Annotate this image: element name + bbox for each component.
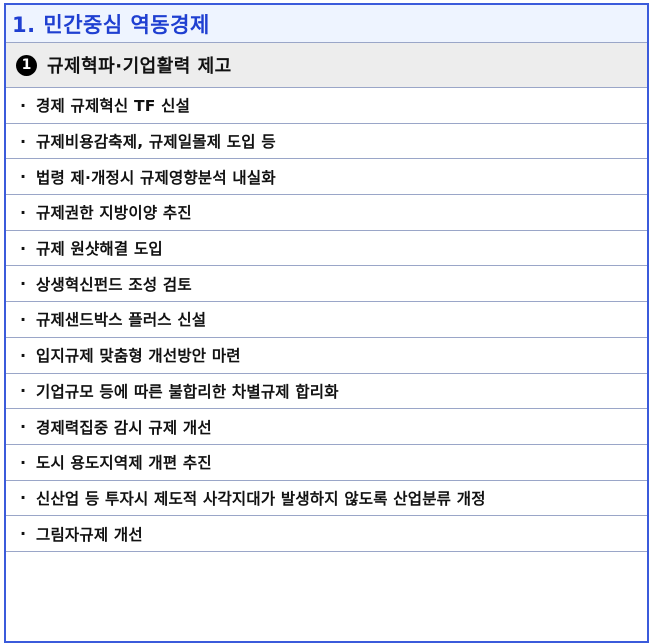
list-item: · 입지규제 맞춤형 개선방안 마련: [6, 338, 647, 374]
list-item-text: 법령 제·개정시 규제영향분석 내실화: [36, 168, 276, 187]
list-item: · 규제권한 지방이양 추진: [6, 195, 647, 231]
list-item-text: 입지규제 맞춤형 개선방안 마련: [36, 347, 241, 366]
bullet-icon: ·: [20, 417, 27, 437]
circled-number-icon: 1: [16, 54, 37, 76]
bullet-icon: ·: [20, 381, 27, 401]
bullet-icon: ·: [20, 309, 27, 329]
list-item: · 상생혁신펀드 조성 검토: [6, 266, 647, 303]
subsection-title: 규제혁파·기업활력 제고: [47, 56, 232, 77]
policy-table: 1. 민간중심 역동경제 1 규제혁파·기업활력 제고 · 경제 규제혁신 TF…: [4, 3, 649, 643]
list-item: · 기업규모 등에 따른 불합리한 차별규제 합리화: [6, 374, 647, 410]
list-item-text: 규제권한 지방이양 추진: [36, 204, 192, 223]
bullet-icon: ·: [20, 238, 27, 258]
list-item: · 법령 제·개정시 규제영향분석 내실화: [6, 159, 647, 196]
list-item: · 신산업 등 투자시 제도적 사각지대가 발생하지 않도록 산업분류 개정: [6, 481, 647, 517]
list-item-text: 도시 용도지역제 개편 추진: [36, 454, 212, 473]
bullet-icon: ·: [20, 167, 27, 187]
list-item-text: 신산업 등 투자시 제도적 사각지대가 발생하지 않도록 산업분류 개정: [36, 489, 486, 508]
section-title: 1. 민간중심 역동경제: [12, 12, 210, 37]
list-item-text: 상생혁신펀드 조성 검토: [36, 275, 192, 294]
section-header: 1. 민간중심 역동경제: [6, 5, 647, 43]
list-item: · 경제 규제혁신 TF 신설: [6, 88, 647, 124]
list-item-text: 경제 규제혁신 TF 신설: [36, 97, 191, 116]
bullet-icon: ·: [20, 345, 27, 365]
bullet-icon: ·: [20, 131, 27, 151]
list-item-text: 기업규모 등에 따른 불합리한 차별규제 합리화: [36, 382, 339, 401]
subsection-header: 1 규제혁파·기업활력 제고: [6, 43, 647, 88]
bullet-icon: ·: [20, 524, 27, 544]
list-item: · 도시 용도지역제 개편 추진: [6, 445, 647, 481]
bullet-icon: ·: [20, 274, 27, 294]
list-item: · 규제샌드박스 플러스 신설: [6, 302, 647, 338]
list-item: · 규제비용감축제, 규제일몰제 도입 등: [6, 124, 647, 160]
list-item-text: 경제력집중 감시 규제 개선: [36, 418, 212, 437]
list-item: · 규제 원샷해결 도입: [6, 231, 647, 267]
bullet-icon: ·: [20, 488, 27, 508]
bullet-icon: ·: [20, 95, 27, 115]
list-item: · 그림자규제 개선: [6, 516, 647, 552]
list-item-text: 규제비용감축제, 규제일몰제 도입 등: [36, 133, 276, 152]
list-item-text: 규제샌드박스 플러스 신설: [36, 311, 207, 330]
bullet-icon: ·: [20, 202, 27, 222]
list-item: · 경제력집중 감시 규제 개선: [6, 409, 647, 445]
list-item-text: 규제 원샷해결 도입: [36, 240, 163, 259]
list-item-text: 그림자규제 개선: [36, 525, 143, 544]
bullet-icon: ·: [20, 452, 27, 472]
